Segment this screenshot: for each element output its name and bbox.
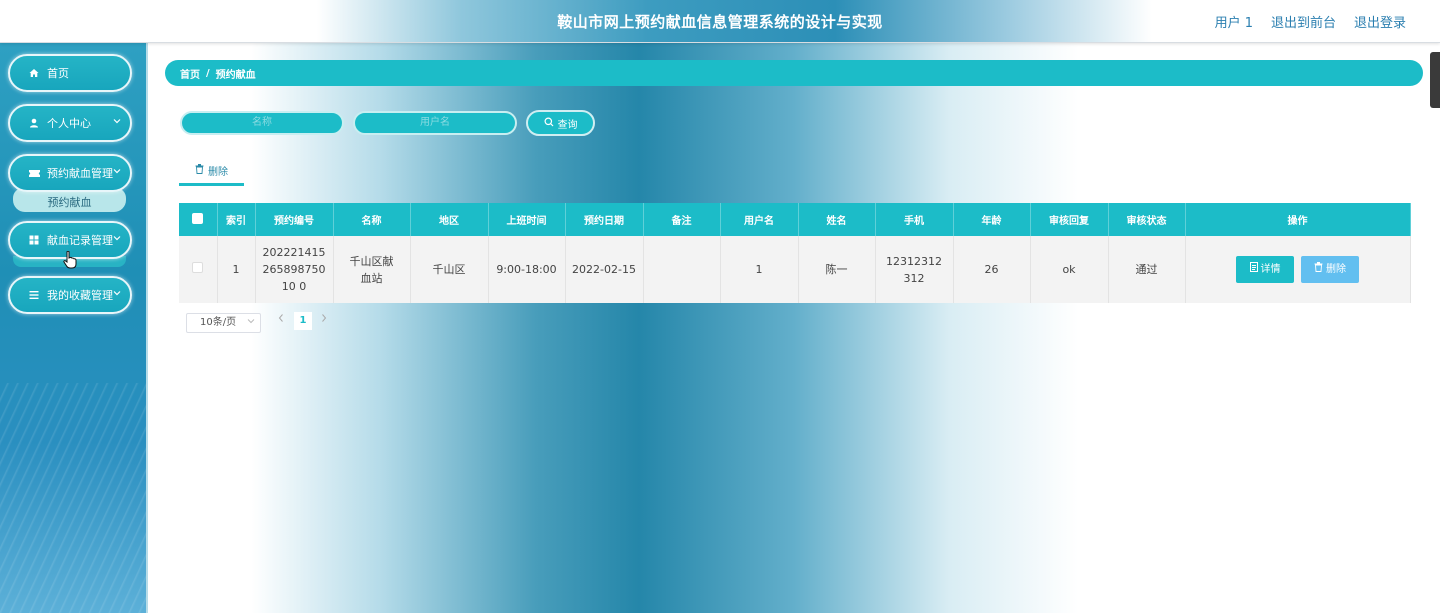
cell-date: 2022-02-15 (565, 236, 644, 303)
bulk-delete-label: 删除 (208, 167, 228, 178)
front-link[interactable]: 退出到前台 (1271, 12, 1336, 31)
user-link[interactable]: 用户 1 (1215, 12, 1253, 31)
sidebar-item-label: 首页 (47, 67, 69, 80)
chevron-down-icon (113, 234, 121, 245)
row-checkbox[interactable] (192, 262, 204, 273)
list-icon (27, 290, 41, 300)
row-checkbox-cell[interactable] (179, 236, 218, 303)
search-button-label: 查询 (557, 119, 578, 131)
sidebar-item-label: 个人中心 (47, 117, 91, 130)
chevron-down-icon (113, 167, 121, 178)
cell-realname: 陈一 (798, 236, 876, 303)
trash-icon (195, 164, 204, 177)
column-header: 姓名 (798, 203, 876, 236)
home-icon (27, 68, 41, 78)
row-delete-label: 删除 (1326, 264, 1346, 275)
select-all-checkbox-cell[interactable] (179, 203, 218, 236)
header-links: 用户 1 退出到前台 退出登录 (1215, 12, 1406, 31)
logout-link[interactable]: 退出登录 (1354, 12, 1406, 31)
column-header: 名称 (333, 203, 411, 236)
search-icon (544, 117, 554, 130)
username-search-input[interactable]: 用户名 (353, 111, 517, 135)
cell-age: 26 (953, 236, 1031, 303)
breadcrumb: 首页 / 预约献血 (165, 60, 1423, 86)
breadcrumb-home[interactable]: 首页 (180, 66, 200, 81)
sidebar-item-booking-management[interactable]: 预约献血管理 (8, 154, 132, 192)
cell-hours: 9:00-18:00 (488, 236, 566, 303)
grid-icon (27, 235, 41, 245)
cell-username: 1 (720, 236, 799, 303)
sidebar-item-label: 我的收藏管理 (47, 289, 113, 302)
ticket-icon (27, 169, 41, 178)
cell-actions: 详情 删除 (1185, 236, 1411, 303)
chevron-down-icon (113, 289, 121, 300)
column-header: 地区 (410, 203, 489, 236)
cell-reply: ok (1030, 236, 1109, 303)
chevron-left-icon (277, 314, 285, 326)
column-header: 手机 (875, 203, 954, 236)
bulk-delete-button[interactable]: 删除 (179, 158, 244, 186)
cell-phone: 12312312312 (875, 236, 954, 303)
page-size-value: 10条/页 (200, 317, 237, 328)
sidebar-item-label: 预约献血管理 (47, 167, 113, 180)
page-size-select[interactable]: 10条/页 (186, 313, 261, 333)
column-header: 索引 (217, 203, 256, 236)
column-header: 上班时间 (488, 203, 566, 236)
cell-name: 千山区献血站 (333, 236, 411, 303)
top-bar: 鞍山市网上预约献血信息管理系统的设计与实现 用户 1 退出到前台 退出登录 (0, 0, 1440, 43)
detail-button-label: 详情 (1260, 264, 1281, 275)
column-header: 预约日期 (565, 203, 644, 236)
search-button[interactable]: 查询 (526, 110, 595, 136)
table-header-row: 索引 预约编号 名称 地区 上班时间 预约日期 备注 用户名 姓名 手机 年龄 … (179, 203, 1411, 236)
sidebar-item-personal-center[interactable]: 个人中心 (8, 104, 132, 142)
user-icon (27, 118, 41, 128)
cell-booking-no: 20222141526589875010 0 (255, 236, 334, 303)
chevron-down-icon (247, 314, 255, 332)
sidebar-item-label: 献血记录管理 (47, 234, 113, 247)
document-icon (1249, 261, 1258, 278)
detail-button[interactable]: 详情 (1236, 256, 1294, 283)
column-header: 操作 (1185, 203, 1411, 236)
chevron-down-icon (113, 117, 121, 128)
cell-status: 通过 (1108, 236, 1186, 303)
column-header: 用户名 (720, 203, 799, 236)
name-search-input[interactable]: 名称 (180, 111, 344, 135)
column-header: 备注 (643, 203, 721, 236)
column-header: 年龄 (953, 203, 1031, 236)
sidebar-item-home[interactable]: 首页 (8, 54, 132, 92)
cell-index: 1 (217, 236, 256, 303)
table-row: 1 20222141526589875010 0 千山区献血站 千山区 9:00… (179, 236, 1411, 303)
breadcrumb-separator: / (206, 67, 210, 79)
booking-table: 索引 预约编号 名称 地区 上班时间 预约日期 备注 用户名 姓名 手机 年龄 … (179, 203, 1411, 303)
side-scroll-handle[interactable] (1430, 52, 1440, 108)
select-all-checkbox[interactable] (192, 212, 204, 224)
page-number-current[interactable]: 1 (294, 312, 312, 330)
chevron-right-icon (320, 314, 328, 326)
prev-page-button[interactable] (277, 313, 285, 329)
hand-cursor-icon (63, 250, 77, 273)
cell-region: 千山区 (410, 236, 489, 303)
trash-icon (1314, 261, 1323, 278)
sidebar-item-favorites[interactable]: 我的收藏管理 (8, 276, 132, 314)
row-delete-button[interactable]: 删除 (1301, 256, 1359, 283)
column-header: 预约编号 (255, 203, 334, 236)
cell-note (643, 236, 721, 303)
column-header: 审核回复 (1030, 203, 1109, 236)
column-header: 审核状态 (1108, 203, 1186, 236)
next-page-button[interactable] (320, 313, 328, 329)
breadcrumb-current: 预约献血 (215, 69, 256, 81)
